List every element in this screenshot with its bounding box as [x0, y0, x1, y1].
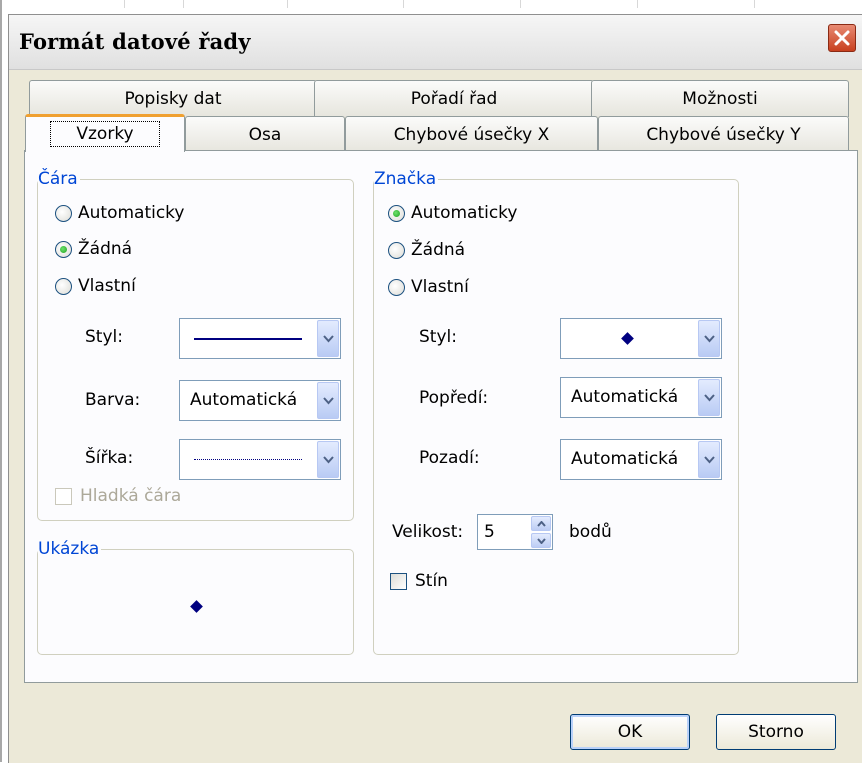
line-group-title: Čára	[38, 169, 80, 189]
line-group: Čára Automaticky Žádná Vlastní Styl: Bar	[37, 169, 354, 521]
line-style-label: Styl:	[85, 327, 123, 347]
diamond-marker-sample	[621, 332, 634, 345]
line-custom-radio[interactable]: Vlastní	[55, 274, 136, 298]
line-color-value: Automatická	[190, 390, 298, 410]
dropdown-button[interactable]	[317, 441, 339, 478]
smooth-line-checkbox[interactable]	[55, 488, 72, 505]
radio-label: Automaticky	[78, 203, 185, 223]
dropdown-button[interactable]	[317, 382, 339, 419]
chevron-down-icon	[704, 394, 715, 402]
solid-line-sample	[194, 338, 302, 340]
chevron-down-icon	[323, 397, 334, 405]
line-width-select[interactable]	[179, 439, 341, 480]
tab-series-order[interactable]: Pořadí řad	[314, 80, 594, 117]
dialog-title: Formát datové řady	[19, 29, 251, 54]
marker-size-unit: bodů	[569, 522, 612, 542]
format-data-series-dialog: Formát datové řady Popisky dat Pořadí řa…	[8, 14, 862, 763]
line-none-radio[interactable]: Žádná	[55, 237, 132, 261]
tab-label: Osa	[248, 125, 282, 145]
chevron-up-icon	[537, 521, 546, 527]
radio-indicator	[55, 204, 72, 222]
tab-axis[interactable]: Osa	[185, 116, 345, 153]
marker-size-spinner[interactable]: 5	[477, 514, 553, 550]
marker-foreground-select[interactable]: Automatická	[560, 377, 722, 418]
line-auto-radio[interactable]: Automaticky	[55, 201, 184, 225]
tab-label: Chybové úsečky X	[393, 125, 550, 145]
sample-group-title: Ukázka	[38, 539, 102, 559]
radio-indicator	[388, 241, 405, 259]
tab-label: Chybové úsečky Y	[646, 125, 801, 145]
marker-none-radio[interactable]: Žádná	[388, 238, 465, 262]
shadow-checkbox[interactable]	[390, 573, 407, 590]
ok-label: OK	[617, 722, 643, 742]
marker-group-title: Značka	[374, 169, 439, 189]
chevron-down-icon	[704, 456, 715, 464]
marker-background-select[interactable]: Automatická	[560, 439, 722, 480]
tab-data-labels[interactable]: Popisky dat	[29, 80, 317, 117]
tab-y-error-bars[interactable]: Chybové úsečky Y	[598, 116, 849, 153]
radio-label: Žádná	[78, 239, 133, 259]
marker-background-value: Automatická	[571, 449, 679, 469]
marker-style-select[interactable]	[560, 318, 722, 359]
dropdown-button[interactable]	[698, 441, 720, 478]
cancel-button[interactable]: Storno	[716, 714, 836, 750]
marker-foreground-label: Popředí:	[419, 388, 489, 408]
marker-background-label: Pozadí:	[419, 448, 480, 468]
radio-label: Automaticky	[411, 203, 518, 223]
line-style-select[interactable]	[179, 318, 341, 359]
radio-indicator	[55, 277, 72, 295]
smooth-line-label: Hladká čára	[80, 486, 182, 506]
dropdown-button[interactable]	[698, 379, 720, 416]
tab-patterns[interactable]: Vzorky	[25, 114, 185, 152]
radio-indicator	[55, 240, 72, 258]
line-width-label: Šířka:	[85, 448, 134, 468]
close-icon	[834, 30, 850, 46]
tab-label: Popisky dat	[124, 89, 222, 109]
marker-size-label: Velikost:	[392, 522, 464, 542]
sample-group: Ukázka	[37, 539, 354, 655]
chevron-down-icon	[323, 335, 334, 343]
radio-indicator	[388, 278, 405, 296]
marker-style-label: Styl:	[419, 327, 457, 347]
chevron-down-icon	[704, 335, 715, 343]
marker-custom-radio[interactable]: Vlastní	[388, 275, 469, 299]
radio-label: Vlastní	[411, 277, 469, 297]
sample-marker	[190, 600, 203, 613]
spin-up-button[interactable]	[531, 516, 551, 531]
tab-label: Pořadí řad	[410, 89, 498, 109]
spin-down-button[interactable]	[531, 533, 551, 548]
line-color-select[interactable]: Automatická	[179, 380, 341, 421]
patterns-panel: Čára Automaticky Žádná Vlastní Styl: Bar	[24, 150, 858, 683]
tab-x-error-bars[interactable]: Chybové úsečky X	[345, 116, 598, 153]
dropdown-button[interactable]	[698, 320, 720, 357]
chevron-down-icon	[323, 456, 334, 464]
shadow-label: Stín	[415, 571, 448, 591]
line-color-label: Barva:	[85, 390, 141, 410]
title-bar[interactable]: Formát datové řady	[9, 15, 862, 70]
spinner-buttons	[531, 516, 551, 548]
marker-auto-radio[interactable]: Automaticky	[388, 201, 517, 225]
chevron-down-icon	[537, 538, 546, 544]
radio-label: Žádná	[411, 240, 466, 260]
background-gridlines	[0, 0, 862, 8]
marker-group: Značka Automaticky Žádná Vlastní Styl: P	[373, 169, 739, 655]
tab-options[interactable]: Možnosti	[591, 80, 849, 117]
tab-label: Vzorky	[76, 124, 134, 144]
cancel-label: Storno	[748, 722, 804, 742]
radio-label: Vlastní	[78, 276, 136, 296]
ok-button[interactable]: OK	[570, 714, 690, 750]
thin-line-sample	[194, 459, 302, 460]
dropdown-button[interactable]	[317, 320, 339, 357]
marker-foreground-value: Automatická	[571, 387, 679, 407]
background-edge	[0, 0, 2, 762]
tab-label: Možnosti	[682, 89, 758, 109]
marker-size-value: 5	[484, 522, 495, 542]
radio-indicator	[388, 204, 405, 222]
close-button[interactable]	[828, 24, 856, 52]
